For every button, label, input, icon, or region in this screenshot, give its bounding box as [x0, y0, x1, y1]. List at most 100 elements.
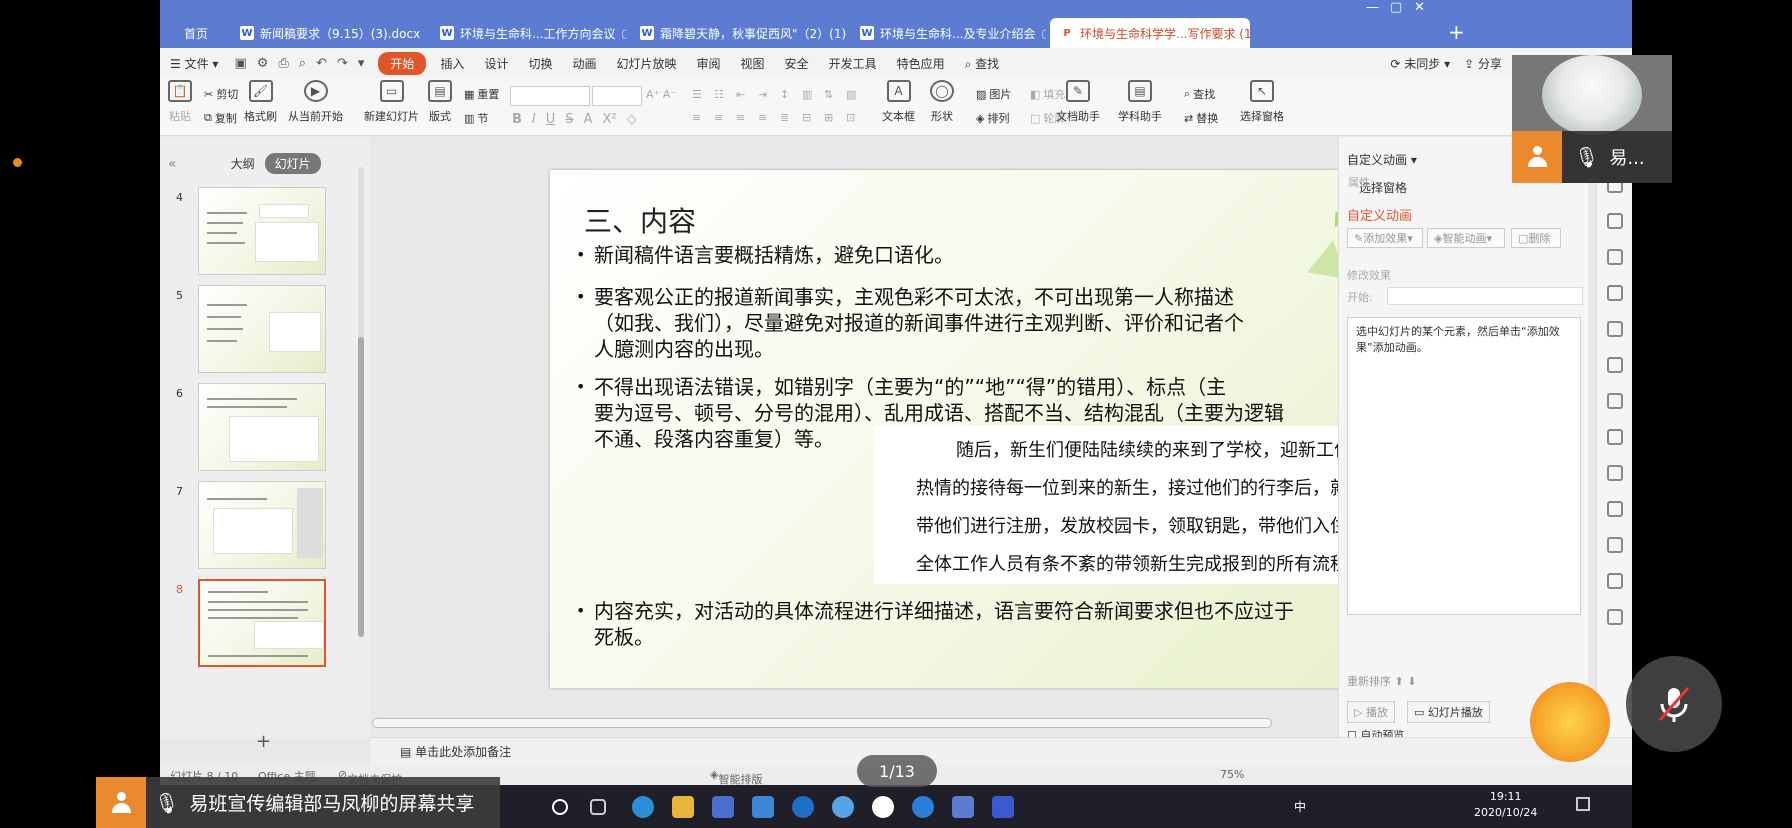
ie-icon[interactable]: [792, 796, 814, 818]
mail-icon[interactable]: [752, 796, 774, 818]
text-box-align-icon[interactable]: ⊞: [824, 111, 840, 124]
tool-icon[interactable]: [1607, 609, 1623, 625]
doc-assistant-button[interactable]: ✎ 文档助手: [1056, 80, 1100, 124]
new-tab-plus-icon[interactable]: +: [1448, 20, 1465, 44]
redo-icon[interactable]: ↷: [337, 56, 348, 71]
thumbnail-scrollbar[interactable]: [358, 167, 364, 637]
tool-icon[interactable]: [1607, 213, 1623, 229]
collapse-icon[interactable]: «: [168, 156, 177, 172]
horizontal-scrollbar[interactable]: [372, 718, 1272, 728]
slide-thumb-4[interactable]: 4: [168, 187, 358, 277]
tool-icon[interactable]: [1607, 321, 1623, 337]
add-slide-plus-icon[interactable]: +: [256, 731, 271, 752]
menu-slideshow[interactable]: 幻灯片放映: [607, 55, 687, 72]
italic-icon[interactable]: I: [532, 112, 536, 127]
menu-design[interactable]: 设计: [474, 55, 518, 72]
file-menu[interactable]: ☰ 文件 ▾: [160, 55, 228, 72]
participant-video[interactable]: 🎙 易...: [1512, 55, 1672, 183]
tool-icon[interactable]: [1607, 429, 1623, 445]
qq-icon[interactable]: [872, 796, 894, 818]
zoom-level[interactable]: 75%: [1220, 768, 1244, 781]
tool-icon[interactable]: [1607, 537, 1623, 553]
eraser-icon[interactable]: ◇: [627, 112, 637, 127]
bullets-icon[interactable]: ☰: [692, 88, 708, 101]
menu-features[interactable]: 特色应用: [887, 55, 955, 72]
undo-icon[interactable]: ↶: [316, 56, 327, 71]
menu-security[interactable]: 安全: [775, 55, 819, 72]
distribute-icon[interactable]: ≣: [780, 111, 796, 124]
menu-developer[interactable]: 开发工具: [819, 55, 887, 72]
slide-thumb-5[interactable]: 5: [168, 285, 358, 375]
tab-intro-doc[interactable]: W 环境与生命科...及专业介绍会 ▢: [850, 18, 1046, 48]
subject-assistant-button[interactable]: ▤ 学科助手: [1118, 80, 1162, 124]
task-view-icon[interactable]: [590, 799, 606, 815]
find-button[interactable]: ⌕ 查找: [1184, 86, 1215, 102]
microphone-icon[interactable]: 🎙: [154, 791, 179, 815]
tab-docx[interactable]: W 新闻稿要求（9.15）(3).docx ▢: [230, 18, 426, 48]
tab-home[interactable]: 首页: [166, 18, 226, 48]
meeting-icon[interactable]: [992, 796, 1014, 818]
tab-slides[interactable]: 幻灯片: [264, 153, 321, 174]
underline-icon[interactable]: U: [546, 112, 556, 127]
menu-view[interactable]: 视图: [731, 55, 775, 72]
add-effect-button[interactable]: ✎ 添加效果 ▾: [1347, 228, 1423, 248]
align-right-icon[interactable]: ≡: [736, 111, 752, 124]
menu-start[interactable]: 开始: [378, 51, 427, 75]
format-painter-button[interactable]: 🖌 格式刷: [244, 80, 277, 124]
superscript-icon[interactable]: X²: [602, 112, 616, 127]
share-button[interactable]: ⇪ 分享: [1464, 55, 1502, 72]
print-icon[interactable]: ⎙: [278, 56, 288, 71]
tool-icon[interactable]: [1607, 357, 1623, 373]
edge-icon[interactable]: [632, 796, 654, 818]
bold-icon[interactable]: B: [512, 112, 522, 127]
browser-icon[interactable]: [912, 796, 934, 818]
play-button[interactable]: ▷ 播放: [1347, 701, 1395, 723]
convert-icon[interactable]: ⊡: [846, 111, 862, 124]
outdent-icon[interactable]: ⇤: [736, 88, 752, 101]
font-family-select[interactable]: [510, 86, 590, 106]
columns-icon[interactable]: ▥: [802, 88, 818, 101]
folder-icon[interactable]: [672, 796, 694, 818]
smart-animation-button[interactable]: ◈ 智能动画 ▾: [1427, 228, 1505, 248]
tool-icon[interactable]: [1607, 501, 1623, 517]
tab-close-icon[interactable]: ▢: [621, 27, 626, 40]
font-color-icon[interactable]: A: [584, 112, 593, 127]
menu-transition[interactable]: 切换: [518, 55, 562, 72]
current-slide[interactable]: 三、内容 新闻稿件语言要概括精炼，避免口语化。 要客观公正的报道新闻事实，主观色…: [550, 170, 1471, 688]
pane-title[interactable]: 自定义动画 ▾: [1347, 151, 1417, 168]
indent-icon[interactable]: ⇥: [758, 88, 774, 101]
delete-button[interactable]: ▢ 删除: [1511, 228, 1561, 248]
tab-autumn-doc[interactable]: W 霜降碧天静，秋事促西风"（2）(1) ▢: [630, 18, 846, 48]
system-clock[interactable]: 19:11 2020/10/24: [1474, 789, 1537, 821]
print-preview-icon[interactable]: ⌕: [299, 56, 306, 71]
align-center-icon[interactable]: ≡: [714, 111, 730, 124]
menu-review[interactable]: 审阅: [687, 55, 731, 72]
vertical-align-icon[interactable]: ⊟: [802, 111, 818, 124]
start-dropdown[interactable]: [1387, 287, 1583, 305]
slide-thumb-8[interactable]: 8: [168, 579, 358, 669]
reset-button[interactable]: ▦ 重置: [464, 86, 499, 102]
chevron-down-icon[interactable]: ▾: [358, 56, 365, 71]
notification-icon[interactable]: [1576, 797, 1590, 811]
paste-button[interactable]: 📋 粘贴: [168, 80, 192, 124]
feather-icon[interactable]: [832, 796, 854, 818]
sync-status[interactable]: ⟳ 未同步 ▾: [1390, 55, 1450, 72]
smart-layout-button[interactable]: ◈ 智能排版: [710, 768, 762, 786]
ime-indicator[interactable]: 中: [1294, 798, 1306, 815]
tool-icon[interactable]: [1607, 465, 1623, 481]
notes-area[interactable]: ▤ 单击此处添加备注: [370, 737, 1632, 765]
tool-icon[interactable]: [1607, 573, 1623, 589]
slideshow-button[interactable]: ▭ 幻灯片播放: [1407, 701, 1490, 723]
animation-list-box[interactable]: 选中幻灯片的某个元素，然后单击“添加效果”添加动画。: [1347, 317, 1581, 615]
store-icon[interactable]: [712, 796, 734, 818]
replace-button[interactable]: ⇄ 替换: [1184, 110, 1218, 126]
microphone-icon[interactable]: 🎙: [1574, 145, 1599, 169]
justify-icon[interactable]: ≡: [758, 111, 774, 124]
tab-outline[interactable]: 大纲: [231, 155, 255, 172]
tab-close-icon[interactable]: ▢: [1041, 27, 1046, 40]
shape-button[interactable]: ◯ 形状: [930, 80, 954, 124]
cut-button[interactable]: ✂ 剪切: [204, 86, 238, 102]
font-grow-icon[interactable]: A⁺ A⁻: [646, 88, 676, 101]
slide-thumb-6[interactable]: 6: [168, 383, 358, 473]
strike-icon[interactable]: S: [565, 112, 573, 127]
